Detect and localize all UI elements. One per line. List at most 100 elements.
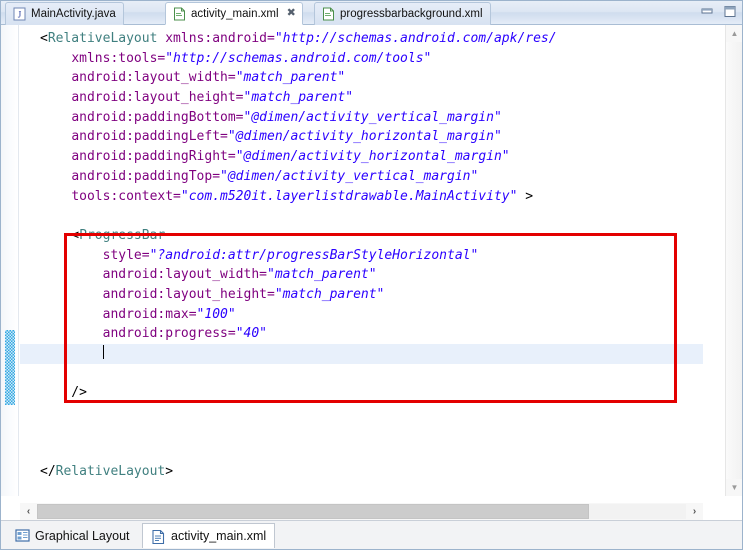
code-token: />	[40, 385, 87, 401]
editor-mode-tab-bar: Graphical Layout activity_main.xml	[1, 520, 742, 549]
code-editor[interactable]: <RelativeLayout xmlns:android="http://sc…	[1, 25, 742, 496]
code-token: "40"	[235, 326, 267, 342]
code-token: "@dimen/activity_vertical_margin"	[220, 168, 479, 184]
vertical-scrollbar[interactable]: ▲ ▼	[725, 25, 742, 496]
code-line[interactable]	[20, 206, 703, 226]
xml-doc-icon	[152, 529, 165, 544]
code-line[interactable]: android:layout_height="match_parent"	[20, 285, 703, 305]
code-line[interactable]: tools:context="com.m520it.layerlistdrawa…	[20, 187, 703, 207]
editor-tab-mainactivity-java[interactable]: J MainActivity.java	[5, 2, 124, 25]
editor-tab-label: progressbarbackground.xml	[340, 8, 483, 20]
code-line[interactable]	[20, 442, 703, 462]
code-token: >	[517, 188, 534, 204]
maximize-icon	[724, 6, 735, 17]
svg-text:J: J	[18, 10, 22, 20]
code-line[interactable]: android:paddingRight="@dimen/activity_ho…	[20, 147, 703, 167]
code-token: android:progress=	[102, 326, 236, 342]
code-line[interactable]: android:progress="40"	[20, 324, 703, 344]
editor-tab-activity-main-xml[interactable]: activity_main.xml ✖	[165, 2, 303, 25]
scroll-down-icon[interactable]: ▼	[726, 479, 742, 496]
code-token: "@dimen/activity_vertical_margin"	[243, 109, 502, 125]
editor-tab-label: MainActivity.java	[31, 8, 116, 20]
code-token: "100"	[196, 306, 236, 322]
code-line[interactable]: <RelativeLayout xmlns:android="http://sc…	[20, 29, 703, 49]
code-token: android:paddingRight=	[71, 149, 236, 165]
maximize-button[interactable]	[721, 4, 738, 19]
code-line[interactable]: android:max="100"	[20, 305, 703, 325]
folding-marker[interactable]	[5, 330, 15, 405]
eclipse-editor-window: J MainActivity.java activity_main.xml ✖ …	[0, 0, 743, 550]
code-line[interactable]: </RelativeLayout>	[20, 462, 703, 482]
code-token: "match_parent"	[235, 70, 346, 86]
editor-gutter[interactable]	[1, 25, 19, 496]
code-token: style=	[102, 247, 150, 263]
code-line[interactable]: android:paddingLeft="@dimen/activity_hor…	[20, 127, 703, 147]
horizontal-scroll-thumb[interactable]	[37, 504, 589, 519]
code-line[interactable]: xmlns:tools="http://schemas.android.com/…	[20, 49, 703, 69]
xml-file-icon	[323, 7, 334, 21]
code-token: android:max=	[102, 306, 197, 322]
window-controls	[698, 4, 738, 19]
code-line[interactable]: android:paddingBottom="@dimen/activity_v…	[20, 108, 703, 128]
code-token: "match_parent"	[243, 90, 354, 106]
code-token: "?android:attr/progressBarStyleHorizonta…	[149, 247, 479, 263]
close-icon[interactable]: ✖	[287, 8, 296, 19]
editor-tab-progressbarbackground-xml[interactable]: progressbarbackground.xml	[314, 2, 491, 25]
code-line[interactable]: />	[20, 383, 703, 403]
code-token: tools:context=	[71, 188, 181, 204]
code-line[interactable]: android:layout_width="match_parent"	[20, 265, 703, 285]
bottom-tab-activity-main-xml[interactable]: activity_main.xml	[142, 523, 276, 548]
code-text-area[interactable]: <RelativeLayout xmlns:android="http://sc…	[20, 25, 703, 496]
code-token: android:layout_width=	[102, 267, 267, 283]
code-token: RelativeLayout	[55, 464, 166, 480]
xml-file-icon	[174, 7, 185, 20]
bottom-tab-label: activity_main.xml	[171, 529, 267, 543]
code-token: "match_parent"	[274, 286, 385, 302]
code-token: <	[40, 227, 80, 243]
code-line[interactable]: android:layout_width="match_parent"	[20, 68, 703, 88]
code-line[interactable]: android:layout_height="match_parent"	[20, 88, 703, 108]
code-line[interactable]: android:paddingTop="@dimen/activity_vert…	[20, 167, 703, 187]
minimize-icon	[701, 8, 712, 13]
code-token: android:layout_height=	[71, 90, 244, 106]
horizontal-scroll-track[interactable]	[37, 504, 686, 519]
horizontal-scrollbar[interactable]: ‹ ›	[20, 503, 703, 520]
scroll-up-icon[interactable]: ▲	[726, 25, 742, 42]
code-token: "match_parent"	[267, 267, 377, 283]
vertical-scroll-track[interactable]	[726, 42, 742, 479]
editor-tab-label: activity_main.xml	[191, 7, 279, 20]
code-line[interactable]: <ProgressBar	[20, 226, 703, 246]
code-token: android:paddingTop=	[71, 168, 221, 184]
code-token: android:paddingLeft=	[71, 129, 228, 145]
layout-grid-icon	[15, 529, 30, 542]
bottom-tab-label: Graphical Layout	[35, 528, 130, 543]
code-line[interactable]: style="?android:attr/progressBarStyleHor…	[20, 246, 703, 266]
scroll-right-icon[interactable]: ›	[686, 503, 703, 520]
code-token: android:layout_height=	[102, 286, 275, 302]
code-line[interactable]	[20, 344, 703, 364]
code-token: "http://schemas.android.com/apk/res/	[274, 31, 557, 46]
scroll-left-icon[interactable]: ‹	[20, 503, 37, 520]
bottom-tab-graphical-layout[interactable]: Graphical Layout	[7, 523, 138, 548]
code-token: <	[40, 31, 48, 46]
code-line[interactable]	[20, 364, 703, 384]
code-token: "@dimen/activity_horizontal_margin"	[227, 129, 502, 145]
code-token: RelativeLayout	[47, 31, 158, 46]
code-line[interactable]	[20, 423, 703, 443]
minimize-button[interactable]	[698, 4, 715, 19]
code-token: ProgressBar	[79, 227, 166, 243]
code-line[interactable]	[20, 403, 703, 423]
